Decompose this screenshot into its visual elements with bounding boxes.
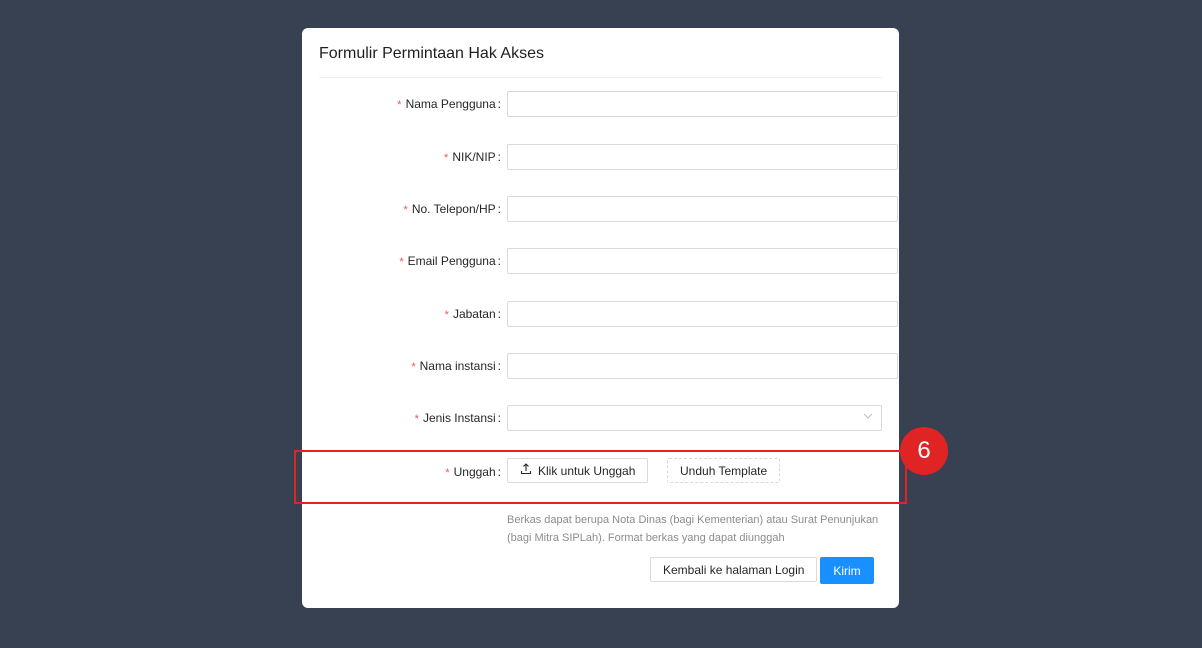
modal-title: Formulir Permintaan Hak Akses bbox=[319, 45, 544, 62]
required-mark: * bbox=[444, 309, 449, 321]
form-row-nik-nip: * NIK/NIP: bbox=[302, 144, 899, 170]
nama-pengguna-label: * Nama Pengguna: bbox=[397, 91, 501, 117]
upload-helper-text: Berkas dapat berupa Nota Dinas (bagi Kem… bbox=[507, 514, 879, 544]
label-text: Jabatan bbox=[452, 307, 496, 321]
required-mark: * bbox=[445, 467, 450, 479]
jabatan-input[interactable] bbox=[507, 301, 898, 327]
nama-instansi-label: * Nama instansi: bbox=[411, 353, 501, 379]
form-row-telepon: * No. Telepon/HP: bbox=[302, 196, 899, 222]
access-request-modal: Formulir Permintaan Hak Akses * Nama Peng… bbox=[302, 28, 899, 608]
nama-pengguna-input[interactable] bbox=[507, 91, 898, 117]
back-to-login-button[interactable]: Kembali ke halaman Login bbox=[650, 557, 818, 582]
required-mark: * bbox=[444, 152, 449, 164]
required-mark: * bbox=[411, 361, 416, 373]
form-row-email: * Email Pengguna: bbox=[302, 248, 899, 274]
label-colon: : bbox=[497, 254, 501, 268]
label-text: Nama Pengguna bbox=[405, 97, 496, 111]
label-colon: : bbox=[497, 307, 501, 321]
label-text: NIK/NIP bbox=[452, 150, 496, 164]
annotation-step-badge: 6 bbox=[900, 427, 948, 475]
chevron-down-icon bbox=[863, 409, 873, 426]
label-text: Email Pengguna bbox=[407, 254, 496, 268]
label-text: No. Telepon/HP bbox=[411, 202, 496, 216]
nik-nip-input[interactable] bbox=[507, 144, 898, 170]
required-mark: * bbox=[414, 413, 419, 425]
required-mark: * bbox=[397, 99, 402, 111]
jabatan-label: * Jabatan: bbox=[445, 301, 501, 327]
nama-instansi-input[interactable] bbox=[507, 353, 898, 379]
label-colon: : bbox=[497, 465, 501, 479]
upload-button[interactable]: Klik untuk Unggah bbox=[507, 458, 649, 483]
label-colon: : bbox=[497, 150, 501, 164]
jenis-instansi-label: * Jenis Instansi: bbox=[415, 405, 501, 431]
required-mark: * bbox=[399, 256, 404, 268]
label-text: Unggah bbox=[453, 465, 496, 479]
telepon-input[interactable] bbox=[507, 196, 898, 222]
upload-icon bbox=[520, 463, 532, 478]
telepon-label: * No. Telepon/HP: bbox=[404, 196, 501, 222]
label-colon: : bbox=[497, 359, 501, 373]
title-divider bbox=[319, 77, 882, 78]
upload-button-label: Klik untuk Unggah bbox=[538, 463, 636, 478]
email-input[interactable] bbox=[507, 248, 898, 274]
download-template-button[interactable]: Unduh Template bbox=[667, 458, 781, 483]
label-colon: : bbox=[497, 97, 501, 111]
label-colon: : bbox=[497, 202, 501, 216]
form-row-unggah: * Unggah: Klik untuk Unggah Unduh Templat… bbox=[302, 458, 899, 485]
label-text: Nama instansi bbox=[419, 359, 496, 373]
required-mark: * bbox=[403, 204, 408, 216]
email-label: * Email Pengguna: bbox=[399, 248, 501, 274]
form-row-jenis-instansi: * Jenis Instansi: bbox=[302, 405, 899, 431]
nik-nip-label: * NIK/NIP: bbox=[444, 144, 501, 170]
label-text: Jenis Instansi bbox=[422, 411, 496, 425]
submit-button[interactable]: Kirim bbox=[820, 557, 874, 584]
form-row-nama-pengguna: * Nama Pengguna: bbox=[302, 91, 899, 117]
form-row-nama-instansi: * Nama instansi: bbox=[302, 353, 899, 379]
jenis-instansi-select[interactable] bbox=[507, 405, 882, 431]
form-row-jabatan: * Jabatan: bbox=[302, 301, 899, 327]
label-colon: : bbox=[497, 411, 501, 425]
unggah-label: * Unggah: bbox=[445, 459, 501, 485]
